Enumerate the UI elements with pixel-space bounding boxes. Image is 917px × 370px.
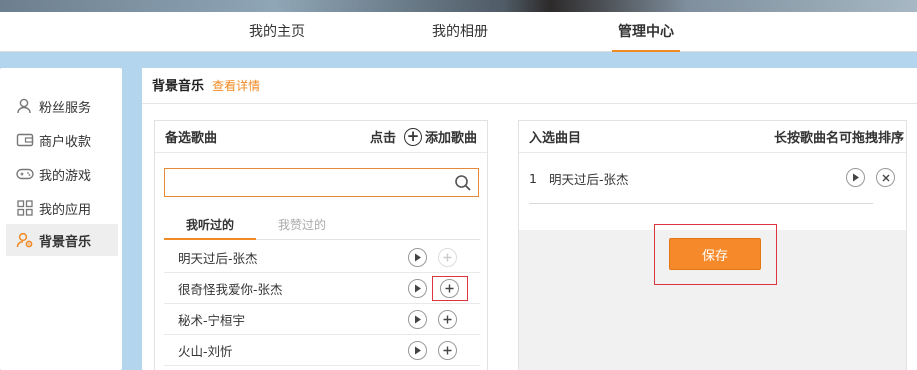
selected-song-row[interactable]: 1 明天过后-张杰: [529, 154, 895, 204]
save-button[interactable]: 保存: [669, 238, 761, 270]
song-index: 1: [529, 171, 537, 186]
save-area: 保存: [519, 224, 906, 370]
song-row[interactable]: 火山-刘忻: [164, 335, 480, 366]
main-header: 背景音乐 查看详情: [142, 68, 917, 104]
add-icon[interactable]: [440, 279, 459, 298]
play-icon[interactable]: [408, 341, 427, 360]
nav-item-album[interactable]: 我的相册: [432, 12, 488, 52]
selected-songs-header: 入选曲目 长按歌曲名可拖拽排序: [519, 121, 906, 153]
sidebar-item-label: 我的游戏: [39, 168, 92, 184]
details-link[interactable]: 查看详情: [212, 79, 260, 93]
remove-icon[interactable]: [876, 168, 895, 187]
sidebar-item-fans[interactable]: 粉丝服务: [6, 90, 118, 122]
play-icon[interactable]: [408, 310, 427, 329]
selected-songs-box: 入选曲目 长按歌曲名可拖拽排序 1 明天过后-张杰 保存: [518, 120, 907, 370]
tab-listened[interactable]: 我听过的: [164, 213, 256, 240]
song-name[interactable]: 明天过后-张杰: [178, 248, 480, 267]
sidebar-item-label: 背景音乐: [39, 234, 92, 250]
nav-item-management[interactable]: 管理中心: [612, 12, 680, 52]
user-gear-icon: [16, 231, 34, 249]
page-title: 背景音乐: [152, 79, 205, 94]
drag-sort-hint: 长按歌曲名可拖拽排序: [773, 131, 904, 146]
sidebar-item-games[interactable]: 我的游戏: [6, 158, 118, 190]
add-song-hint: 点击 + 添加歌曲: [370, 127, 477, 146]
top-nav: 我的主页 我的相册 管理中心: [0, 12, 917, 52]
selected-songs-title: 入选曲目: [529, 131, 582, 146]
candidate-songs-box: 备选歌曲 点击 + 添加歌曲 我听过的 我赞过的 明天过后-张杰 很奇怪我爱你-…: [154, 120, 488, 370]
song-name[interactable]: 明天过后-张杰: [549, 169, 629, 188]
song-row[interactable]: 秘术-宁桓宇: [164, 304, 480, 335]
song-name[interactable]: 秘术-宁桓宇: [178, 310, 480, 329]
sidebar: 粉丝服务 商户收款 我的游戏 我的应用 背景音乐: [0, 68, 122, 370]
apps-grid-icon: [16, 199, 34, 217]
play-icon[interactable]: [408, 248, 427, 267]
add-icon-disabled: [438, 248, 457, 267]
search-icon[interactable]: [454, 174, 472, 196]
nav-item-home[interactable]: 我的主页: [249, 12, 305, 52]
song-row[interactable]: 很奇怪我爱你-张杰: [164, 273, 480, 304]
candidate-songs-header: 备选歌曲 点击 + 添加歌曲: [155, 121, 487, 153]
add-song-label: 添加歌曲: [424, 131, 477, 146]
add-icon[interactable]: [438, 310, 457, 329]
main-panel: 背景音乐 查看详情 备选歌曲 点击 + 添加歌曲 我听过的 我赞过的 明天过后-…: [142, 68, 917, 370]
sidebar-item-label: 我的应用: [39, 202, 92, 218]
selected-songs-list: 1 明天过后-张杰: [519, 154, 906, 230]
wallet-icon: [16, 131, 34, 149]
song-tabs: 我听过的 我赞过的: [164, 213, 480, 240]
play-icon[interactable]: [846, 168, 865, 187]
candidate-songs-title: 备选歌曲: [165, 131, 218, 146]
sidebar-item-label: 商户收款: [39, 134, 92, 150]
user-icon: [16, 97, 34, 115]
song-name[interactable]: 火山-刘忻: [178, 341, 480, 360]
gamepad-icon: [16, 165, 34, 183]
song-row[interactable]: 明天过后-张杰: [164, 242, 480, 273]
click-label: 点击: [369, 131, 396, 146]
sidebar-item-payments[interactable]: 商户收款: [6, 124, 118, 156]
top-banner: [0, 0, 917, 12]
song-search-input[interactable]: [164, 168, 479, 197]
sidebar-item-background-music[interactable]: 背景音乐: [6, 224, 118, 256]
tab-liked[interactable]: 我赞过的: [278, 213, 326, 240]
sidebar-item-label: 粉丝服务: [39, 100, 92, 116]
plus-circle-icon: +: [403, 127, 422, 146]
play-icon[interactable]: [408, 279, 427, 298]
sidebar-item-apps[interactable]: 我的应用: [6, 192, 118, 224]
add-icon[interactable]: [438, 341, 457, 360]
